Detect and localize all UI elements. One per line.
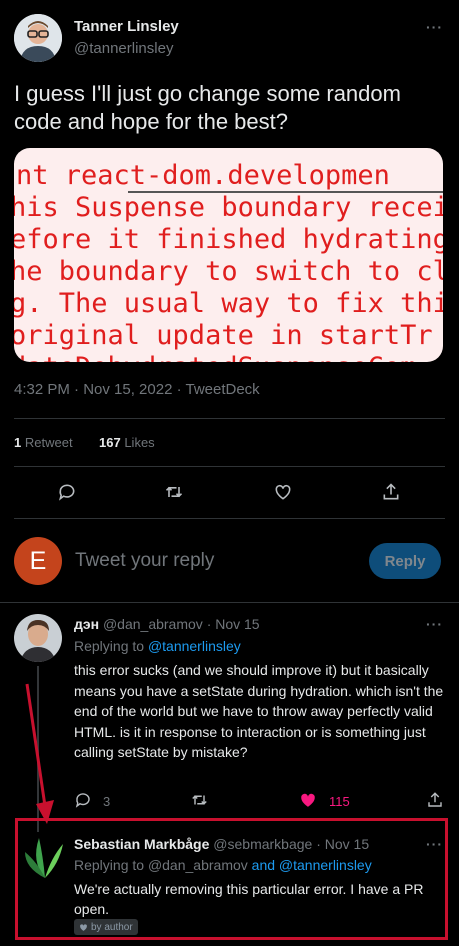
author-name[interactable]: Tanner Linsley [74,18,179,35]
more-options-icon[interactable]: ··· [426,836,443,852]
media-line: nt react-dom.developmen [16,160,390,191]
replying-to-link[interactable]: @tannerlinsley [148,638,241,654]
reply-icon[interactable] [54,480,80,504]
reply-reply-count: 3 [103,794,111,809]
tweet-media-image[interactable]: nt react-dom.developmen his Suspense bou… [14,148,443,362]
reply-header: дэн @dan_abramov · Nov 15 [74,616,260,632]
divider [0,602,459,603]
reply-author-name[interactable]: дэн [74,616,99,632]
replying-to-link[interactable]: @tannerlinsley [279,857,372,873]
replying-to: Replying to @dan_abramov and @tannerlins… [74,857,372,873]
likes-count: 167 [99,435,121,450]
retweets-stat[interactable]: 1 Retweet [14,435,73,450]
divider [14,418,445,419]
annotation-arrow [25,683,54,824]
replying-to-handle-1[interactable]: @dan_abramov [148,857,248,873]
media-line: g. The usual way to fix thi [14,288,443,319]
reply-input[interactable]: Tweet your reply [75,550,345,572]
media-line: efore it finished hydrating [14,224,443,255]
author-avatar-image [14,14,62,62]
media-line: dateDehydratedSuspenseCom [14,352,416,362]
likes-label: Likes [124,435,155,450]
user-avatar[interactable]: E [14,537,62,585]
reply-like-icon[interactable] [297,790,319,810]
author-avatar[interactable] [14,14,62,62]
retweets-label: Retweet [24,435,73,450]
media-line: original update in startTr [14,320,433,351]
more-options-icon[interactable]: ··· [426,19,443,35]
leaf-icon [21,832,69,880]
reply-text: We're actually removing this particular … [74,881,424,917]
author-handle[interactable]: @tannerlinsley [74,40,173,57]
divider [14,466,445,467]
media-line: he boundary to switch to cl [14,256,443,287]
replying-to: Replying to @tannerlinsley [74,638,241,654]
reply-text: this error sucks (and we should improve … [74,662,444,760]
reply-date[interactable]: · Nov 15 [207,616,260,632]
reply-author-name[interactable]: Sebastian Markbåge [74,836,209,852]
reply-avatar-sebastian[interactable] [21,832,69,880]
reply-button[interactable]: Reply [369,543,441,579]
user-avatar-letter: E [29,546,47,575]
reply-author-handle[interactable]: @sebmarkbage [213,836,312,852]
likes-stat[interactable]: 167 Likes [99,435,155,450]
reply-author-handle[interactable]: @dan_abramov [103,616,203,632]
reply-date[interactable]: · Nov 15 [316,836,369,852]
reply-share-icon[interactable] [424,790,446,810]
replying-to-and: and [247,857,279,873]
reply-header: Sebastian Markbåge @sebmarkbage · Nov 15 [74,836,369,852]
tweet-timestamp[interactable]: 4:32 PM · Nov 15, 2022 · TweetDeck [14,381,260,398]
reply-reply-icon[interactable] [72,790,94,810]
like-icon[interactable] [270,480,296,504]
author-badge-label: by author [91,921,133,933]
media-line: his Suspense boundary recei [14,192,443,223]
retweets-count: 1 [14,435,22,450]
retweet-icon[interactable] [161,480,187,504]
share-icon[interactable] [378,480,404,504]
author-badge: by author [74,919,138,935]
more-options-icon[interactable]: ··· [426,616,443,632]
replying-to-prefix: Replying to [74,857,148,873]
heart-icon [80,923,87,931]
reply-retweet-icon[interactable] [188,790,210,810]
divider [14,518,445,519]
reply-avatar-dan-image [14,614,62,662]
replying-to-prefix: Replying to [74,638,148,654]
tweet-text: I guess I'll just go change some random … [14,81,401,134]
reply-avatar-dan[interactable] [14,614,62,662]
reply-like-count: 115 [329,794,350,809]
